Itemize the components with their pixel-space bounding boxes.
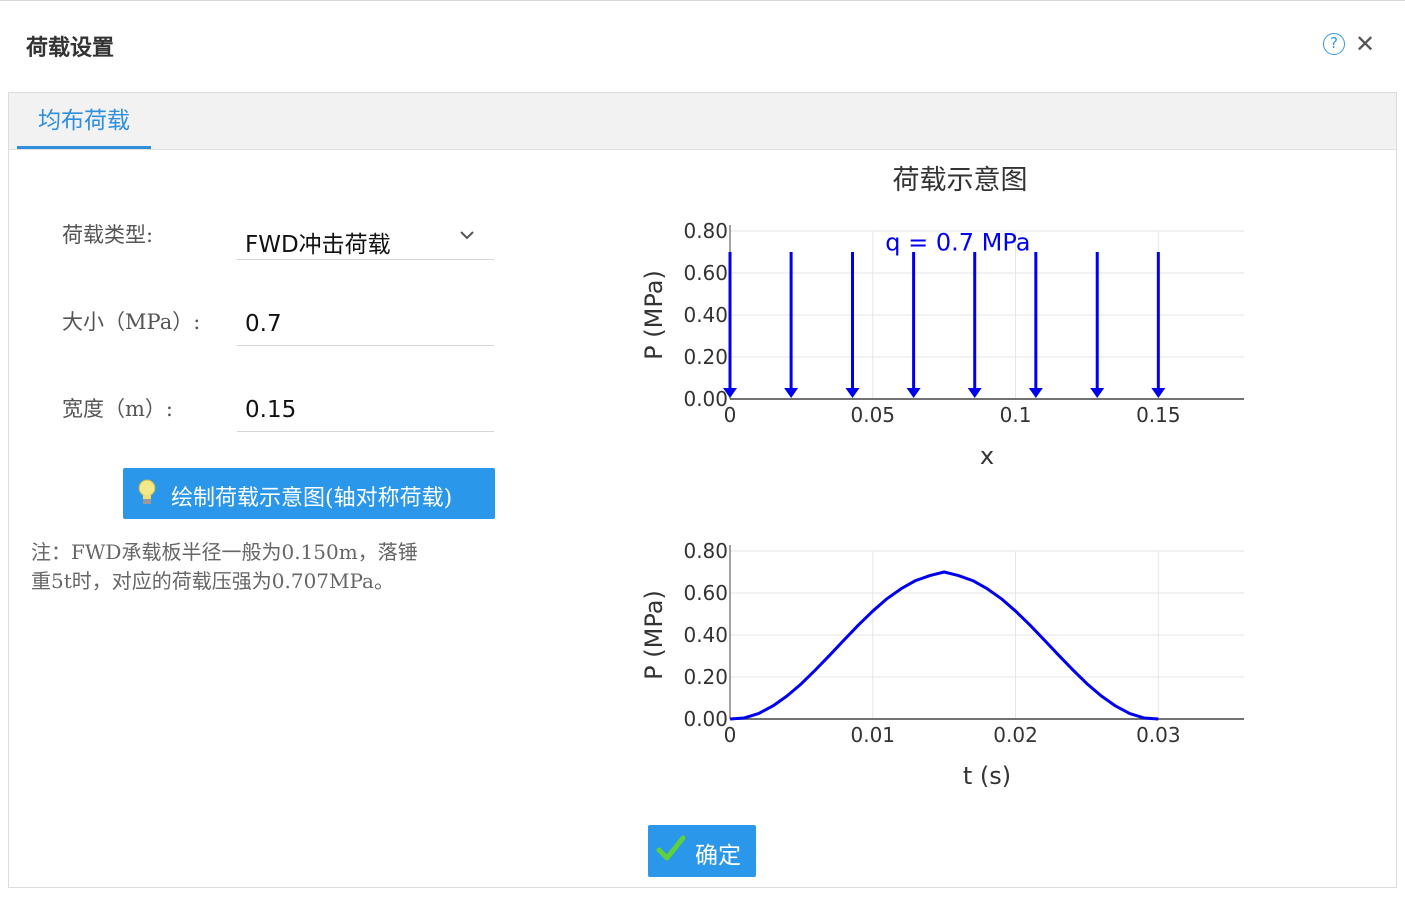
note-text: 注：FWD承载板半径一般为0.150m，落锤 重5t时，对应的荷载压强为0.70… (31, 538, 499, 596)
y-tick-label: 0.80 (683, 219, 728, 243)
load-arrow (967, 252, 982, 398)
y-tick-label: 0.00 (683, 707, 728, 731)
chevron-down-icon (460, 231, 474, 240)
x-tick-label: 0.05 (851, 403, 896, 427)
load-arrow-head (845, 388, 860, 398)
load-arrow-head (906, 388, 921, 398)
load-arrow-head (784, 388, 799, 398)
load-diagram-chart: 0.00 0.20 0.40 0.60 0.80 0 0.05 0.1 0.15 x P (MPa)… (640, 219, 1244, 470)
chart-title-wrap: 荷载示意图 (0, 158, 1405, 197)
confirm-button[interactable]: 确定 (648, 825, 756, 877)
x-tick-label: 0.1 (1000, 403, 1032, 427)
note-line-2: 重5t时，对应的荷载压强为0.707MPa。 (31, 569, 394, 593)
help-icon[interactable]: ? (1323, 33, 1345, 55)
y-tick-label: 0.60 (683, 581, 728, 605)
load-type-label: 荷载类型: (62, 223, 154, 247)
width-value: 0.15 (245, 397, 297, 423)
load-arrow (784, 252, 799, 398)
chart-title: 荷载示意图 (892, 165, 1028, 196)
x-tick-label: 0.03 (1136, 723, 1181, 747)
load-type-value: FWD冲击荷载 (245, 232, 391, 258)
load-arrow (845, 252, 860, 398)
checkmark-icon (656, 835, 686, 861)
y-tick-label: 0.80 (683, 539, 728, 563)
magnitude-label: 大小（MPa）: (62, 310, 201, 334)
x-tick-label: 0 (724, 723, 737, 747)
width-label: 宽度（m）: (62, 397, 173, 421)
y-tick-label: 0.40 (683, 623, 728, 647)
load-arrow (1090, 252, 1105, 398)
load-annotation: q = 0.7 MPa (885, 229, 1030, 257)
load-type-select[interactable]: FWD冲击荷载 (237, 215, 494, 260)
draw-diagram-button[interactable]: 绘制荷载示意图(轴对称荷载) (123, 468, 495, 519)
close-icon[interactable]: ✕ (1355, 30, 1375, 58)
load-arrow-head (1151, 388, 1166, 398)
x-tick-label: 0.15 (1136, 403, 1181, 427)
x-tick-label: 0.02 (993, 723, 1038, 747)
x-tick-label: 0.01 (851, 723, 896, 747)
top-border (0, 0, 1405, 1)
load-arrow (906, 252, 921, 398)
load-arrow-head (1028, 388, 1043, 398)
y-tick-label: 0.00 (683, 387, 728, 411)
y-tick-label: 0.20 (683, 665, 728, 689)
y-axis-title: P (MPa) (640, 590, 668, 680)
lightbulb-icon (138, 479, 156, 504)
width-input[interactable]: 0.15 (237, 387, 494, 432)
y-tick-label: 0.20 (683, 345, 728, 369)
y-tick-label: 0.60 (683, 261, 728, 285)
x-axis-title: x (980, 442, 994, 470)
load-arrow-head (967, 388, 982, 398)
dialog-title: 荷载设置 (26, 35, 115, 61)
load-arrow (1028, 252, 1043, 398)
magnitude-input[interactable]: 0.7 (237, 301, 494, 346)
magnitude-value: 0.7 (245, 311, 282, 337)
y-axis-title: P (MPa) (640, 270, 668, 360)
load-arrow (1151, 252, 1166, 398)
load-time-chart: 0.00 0.20 0.40 0.60 0.80 0 0.01 0.02 0.03 t (s) P … (640, 539, 1244, 790)
load-time-curve (729, 570, 1159, 721)
y-tick-label: 0.40 (683, 303, 728, 327)
draw-diagram-button-label: 绘制荷载示意图(轴对称荷载) (171, 486, 453, 511)
load-arrow-head (1090, 388, 1105, 398)
x-axis-title: t (s) (963, 762, 1011, 790)
note-line-1: 注：FWD承载板半径一般为0.150m，落锤 (31, 540, 418, 564)
tab-bar: 均布荷载 (9, 93, 1396, 150)
confirm-button-label: 确定 (695, 843, 741, 869)
tab-uniform-load[interactable]: 均布荷载 (17, 93, 151, 149)
x-tick-label: 0 (724, 403, 737, 427)
